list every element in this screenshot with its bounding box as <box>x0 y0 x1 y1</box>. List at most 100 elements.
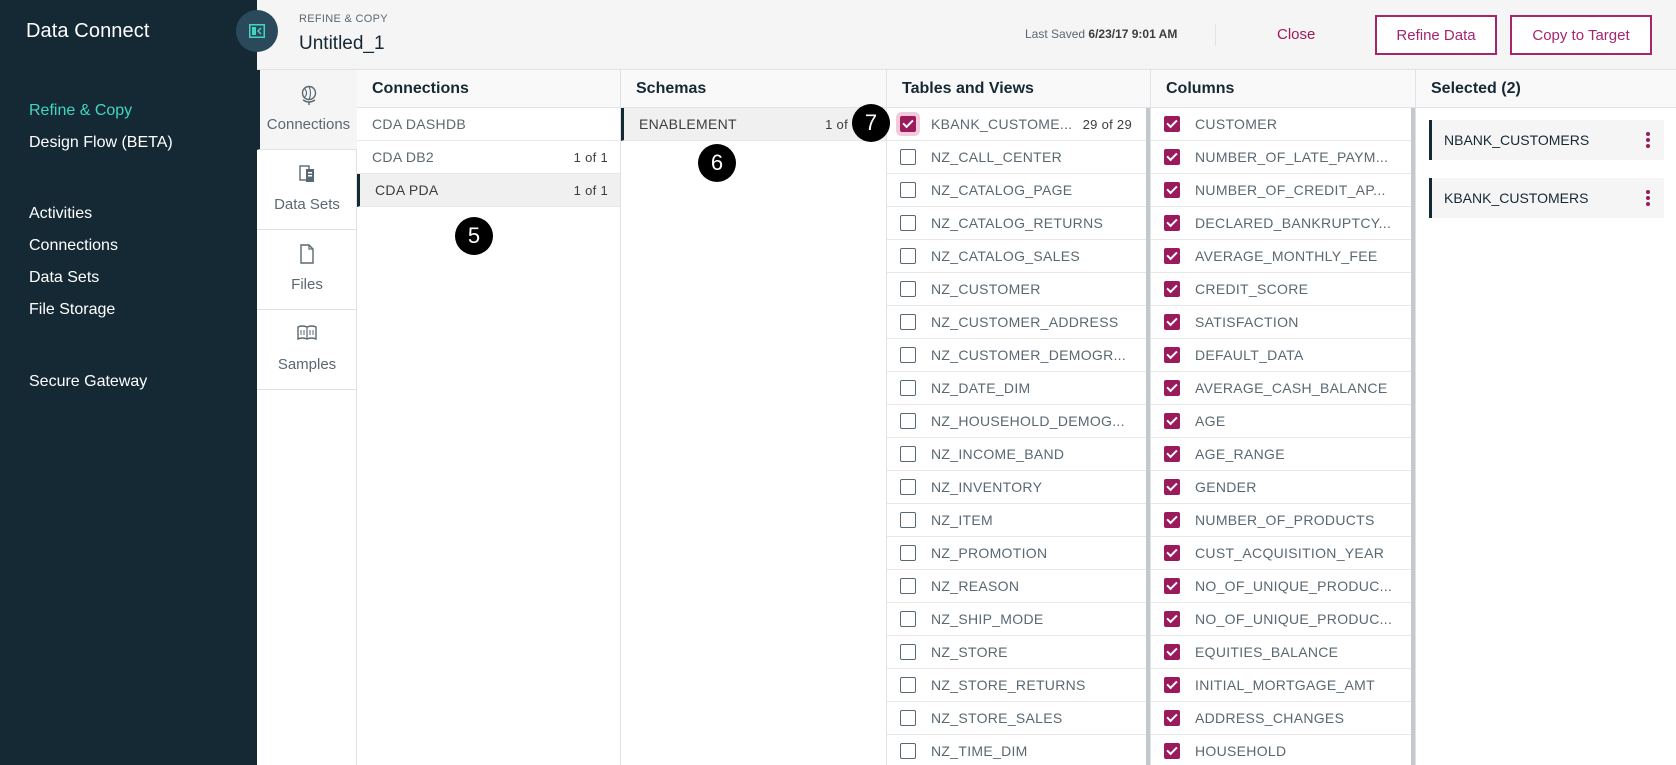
selected-item[interactable]: KBANK_CUSTOMERS <box>1429 178 1664 218</box>
column-checkbox[interactable] <box>1164 743 1180 759</box>
table-checkbox[interactable] <box>900 545 916 561</box>
table-row[interactable]: NZ_CATALOG_PAGE <box>887 174 1150 207</box>
table-checkbox[interactable] <box>900 116 916 132</box>
table-row[interactable]: NZ_CUSTOMER <box>887 273 1150 306</box>
column-checkbox[interactable] <box>1164 182 1180 198</box>
table-row[interactable]: NZ_CALL_CENTER <box>887 141 1150 174</box>
column-checkbox[interactable] <box>1164 611 1180 627</box>
table-checkbox[interactable] <box>900 512 916 528</box>
table-checkbox[interactable] <box>900 479 916 495</box>
column-row[interactable]: ADDRESS_CHANGES <box>1151 702 1415 735</box>
table-checkbox[interactable] <box>900 611 916 627</box>
column-row[interactable]: AVERAGE_MONTHLY_FEE <box>1151 240 1415 273</box>
table-row[interactable]: NZ_ITEM <box>887 504 1150 537</box>
column-row[interactable]: CUST_ACQUISITION_YEAR <box>1151 537 1415 570</box>
column-checkbox[interactable] <box>1164 116 1180 132</box>
column-checkbox[interactable] <box>1164 644 1180 660</box>
column-row[interactable]: NO_OF_UNIQUE_PRODUC... <box>1151 570 1415 603</box>
column-row[interactable]: AVERAGE_CASH_BALANCE <box>1151 372 1415 405</box>
column-checkbox[interactable] <box>1164 248 1180 264</box>
column-row[interactable]: CUSTOMER <box>1151 108 1415 141</box>
table-checkbox[interactable] <box>900 413 916 429</box>
column-row[interactable]: EQUITIES_BALANCE <box>1151 636 1415 669</box>
table-checkbox[interactable] <box>900 743 916 759</box>
tab-data-sets[interactable]: Data Sets <box>257 150 357 230</box>
table-row[interactable]: NZ_HOUSEHOLD_DEMOG... <box>887 405 1150 438</box>
table-checkbox[interactable] <box>900 281 916 297</box>
column-checkbox[interactable] <box>1164 380 1180 396</box>
overflow-menu-icon[interactable] <box>1646 190 1650 206</box>
tab-connections[interactable]: Connections <box>257 70 357 150</box>
column-checkbox[interactable] <box>1164 479 1180 495</box>
tab-files[interactable]: Files <box>257 230 357 310</box>
column-checkbox[interactable] <box>1164 215 1180 231</box>
column-row[interactable]: CREDIT_SCORE <box>1151 273 1415 306</box>
table-checkbox[interactable] <box>900 677 916 693</box>
column-row[interactable]: NO_OF_UNIQUE_PRODUC... <box>1151 603 1415 636</box>
column-checkbox[interactable] <box>1164 578 1180 594</box>
table-row[interactable]: NZ_CUSTOMER_ADDRESS <box>887 306 1150 339</box>
column-checkbox[interactable] <box>1164 413 1180 429</box>
connection-row-selected[interactable]: CDA PDA 1 of 1 <box>357 174 620 207</box>
column-row[interactable]: AGE <box>1151 405 1415 438</box>
table-row[interactable]: NZ_DATE_DIM <box>887 372 1150 405</box>
schema-row-selected[interactable]: ENABLEMENT 1 of <box>621 108 886 141</box>
table-row[interactable]: KBANK_CUSTOME... 29 of 29 <box>887 108 1150 141</box>
nav-item-data-sets[interactable]: Data Sets <box>29 262 118 294</box>
column-checkbox[interactable] <box>1164 149 1180 165</box>
column-row[interactable]: DECLARED_BANKRUPTCY... <box>1151 207 1415 240</box>
column-checkbox[interactable] <box>1164 347 1180 363</box>
page-title[interactable]: Untitled_1 <box>299 33 385 55</box>
column-row[interactable]: NUMBER_OF_LATE_PAYM... <box>1151 141 1415 174</box>
nav-item-secure-gateway[interactable]: Secure Gateway <box>29 366 147 398</box>
table-row[interactable]: NZ_REASON <box>887 570 1150 603</box>
selected-item[interactable]: NBANK_CUSTOMERS <box>1429 120 1664 160</box>
table-checkbox[interactable] <box>900 182 916 198</box>
close-button[interactable]: Close <box>1277 22 1315 48</box>
table-row[interactable]: NZ_CATALOG_RETURNS <box>887 207 1150 240</box>
table-checkbox[interactable] <box>900 380 916 396</box>
column-row[interactable]: SATISFACTION <box>1151 306 1415 339</box>
collapse-nav-button[interactable] <box>236 10 278 52</box>
column-row[interactable]: AGE_RANGE <box>1151 438 1415 471</box>
column-row[interactable]: GENDER <box>1151 471 1415 504</box>
nav-item-connections[interactable]: Connections <box>29 230 118 262</box>
table-row[interactable]: NZ_CATALOG_SALES <box>887 240 1150 273</box>
table-checkbox[interactable] <box>900 710 916 726</box>
table-checkbox[interactable] <box>900 578 916 594</box>
table-checkbox[interactable] <box>900 314 916 330</box>
column-row[interactable]: INITIAL_MORTGAGE_AMT <box>1151 669 1415 702</box>
column-row[interactable]: NUMBER_OF_CREDIT_AP... <box>1151 174 1415 207</box>
column-checkbox[interactable] <box>1164 512 1180 528</box>
table-row[interactable]: NZ_TIME_DIM <box>887 735 1150 765</box>
column-checkbox[interactable] <box>1164 710 1180 726</box>
table-row[interactable]: NZ_PROMOTION <box>887 537 1150 570</box>
nav-item-activities[interactable]: Activities <box>29 198 118 230</box>
table-checkbox[interactable] <box>900 644 916 660</box>
nav-item-refine-copy[interactable]: Refine & Copy <box>29 95 173 127</box>
connection-row[interactable]: CDA DB2 1 of 1 <box>357 141 620 174</box>
table-checkbox[interactable] <box>900 149 916 165</box>
table-checkbox[interactable] <box>900 248 916 264</box>
table-checkbox[interactable] <box>900 347 916 363</box>
table-row[interactable]: NZ_STORE_SALES <box>887 702 1150 735</box>
table-row[interactable]: NZ_INCOME_BAND <box>887 438 1150 471</box>
table-row[interactable]: NZ_CUSTOMER_DEMOGR... <box>887 339 1150 372</box>
column-checkbox[interactable] <box>1164 545 1180 561</box>
column-row[interactable]: NUMBER_OF_PRODUCTS <box>1151 504 1415 537</box>
column-checkbox[interactable] <box>1164 281 1180 297</box>
tables-scrollbar[interactable] <box>1146 108 1150 765</box>
nav-item-file-storage[interactable]: File Storage <box>29 294 118 326</box>
table-row[interactable]: NZ_SHIP_MODE <box>887 603 1150 636</box>
table-checkbox[interactable] <box>900 215 916 231</box>
column-row[interactable]: DEFAULT_DATA <box>1151 339 1415 372</box>
table-row[interactable]: NZ_STORE_RETURNS <box>887 669 1150 702</box>
column-checkbox[interactable] <box>1164 446 1180 462</box>
columns-scrollbar[interactable] <box>1411 108 1415 765</box>
copy-to-target-button[interactable]: Copy to Target <box>1510 15 1652 55</box>
column-checkbox[interactable] <box>1164 314 1180 330</box>
table-checkbox[interactable] <box>900 446 916 462</box>
refine-data-button[interactable]: Refine Data <box>1375 15 1497 55</box>
column-checkbox[interactable] <box>1164 677 1180 693</box>
nav-item-design-flow[interactable]: Design Flow (BETA) <box>29 127 173 159</box>
